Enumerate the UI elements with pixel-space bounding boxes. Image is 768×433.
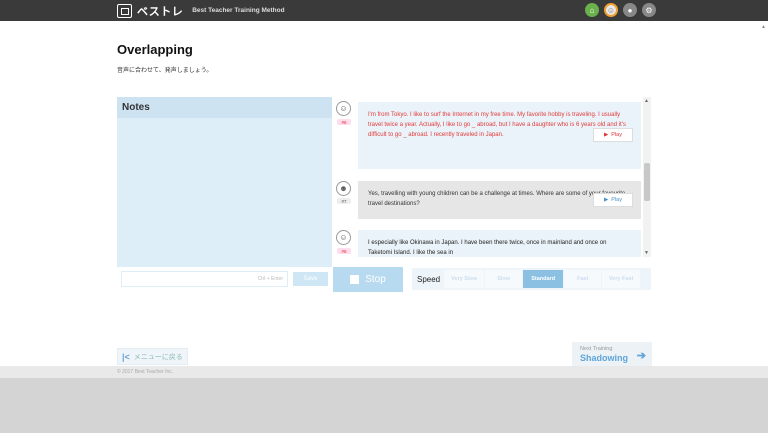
note-input-placeholder: Ctrl + Enter <box>257 276 283 282</box>
play-button[interactable]: ▶ Play <box>593 128 633 142</box>
settings-icon[interactable]: ⚙ <box>642 3 656 17</box>
play-label: Play <box>611 132 622 138</box>
notes-panel: Notes <box>117 97 332 267</box>
mic-icon[interactable]: ● <box>623 3 637 17</box>
stop-label: Stop <box>365 274 386 285</box>
logo-mark-icon <box>117 3 132 18</box>
line-badge: #6 <box>337 119 351 125</box>
play-label: Play <box>611 197 622 203</box>
conversation-panel: ☺ #6 I'm from Tokyo. I like to surf the … <box>333 97 651 257</box>
notes-scroll-up-icon[interactable]: ▲ <box>761 24 766 30</box>
next-training-button[interactable]: Next Training Shadowing ➔ <box>572 342 652 366</box>
logo[interactable]: ベストレ Best Teacher Training Method <box>117 3 285 18</box>
stop-icon <box>350 275 360 284</box>
play-button[interactable]: ▶ Play <box>593 193 633 207</box>
back-arrow-icon: |< <box>122 351 130 362</box>
logo-subtitle: Best Teacher Training Method <box>192 7 285 14</box>
scroll-up-icon[interactable]: ▲ <box>644 98 649 104</box>
user-avatar: ☺ <box>336 101 351 116</box>
message-text: Yes, travelling with young children can … <box>368 191 626 207</box>
speed-selector: Speed Very Slow Slow Standard Fast Very … <box>412 268 651 290</box>
footer <box>0 378 768 433</box>
speed-very-slow[interactable]: Very Slow <box>444 270 485 288</box>
teacher-avatar: ☻ <box>336 181 351 196</box>
note-input[interactable]: Ctrl + Enter <box>121 271 288 287</box>
notes-textarea[interactable] <box>117 118 332 265</box>
speed-standard[interactable]: Standard <box>523 270 564 288</box>
home-icon[interactable]: ⌂ <box>585 3 599 17</box>
arrow-right-icon: ➔ <box>636 350 646 362</box>
back-label: メニューに戻る <box>133 353 183 361</box>
conversation-scrollbar[interactable]: ▲ ▼ <box>643 97 651 257</box>
scroll-thumb[interactable] <box>644 163 650 201</box>
save-button[interactable]: Save <box>293 272 328 286</box>
message-text: I especially like Okinawa in Japan. I ha… <box>368 240 607 256</box>
notes-heading: Notes <box>117 97 332 118</box>
page-subtitle: 音声に合わせて、発声しましょう。 <box>117 68 213 74</box>
line-badge: #8 <box>337 248 351 254</box>
line-badge: #7 <box>337 198 351 204</box>
logo-text: ベストレ <box>137 5 184 18</box>
support-icon[interactable]: ☺ <box>604 3 618 17</box>
play-icon: ▶ <box>604 132 609 138</box>
scroll-down-icon[interactable]: ▼ <box>644 250 649 256</box>
message-bubble: I especially like Okinawa in Japan. I ha… <box>358 230 641 257</box>
message-text: I'm from Tokyo. I like to surf the Inter… <box>368 112 626 138</box>
speed-fast[interactable]: Fast <box>564 270 602 288</box>
copyright: © 2017 Best Teacher Inc. <box>117 369 174 375</box>
page-title: Overlapping <box>117 42 193 57</box>
back-to-menu-button[interactable]: |< メニューに戻る <box>117 348 188 365</box>
stop-button[interactable]: Stop <box>333 267 403 292</box>
speed-label: Speed <box>417 274 441 284</box>
user-avatar: ☺ <box>336 230 351 245</box>
top-bar: ベストレ Best Teacher Training Method ⌂ ☺ ● … <box>0 0 768 21</box>
footer-strip <box>0 366 768 378</box>
speed-very-fast[interactable]: Very Fast <box>602 270 641 288</box>
play-icon: ▶ <box>604 197 609 203</box>
speed-slow[interactable]: Slow <box>485 270 523 288</box>
top-icons: ⌂ ☺ ● ⚙ <box>585 3 656 17</box>
